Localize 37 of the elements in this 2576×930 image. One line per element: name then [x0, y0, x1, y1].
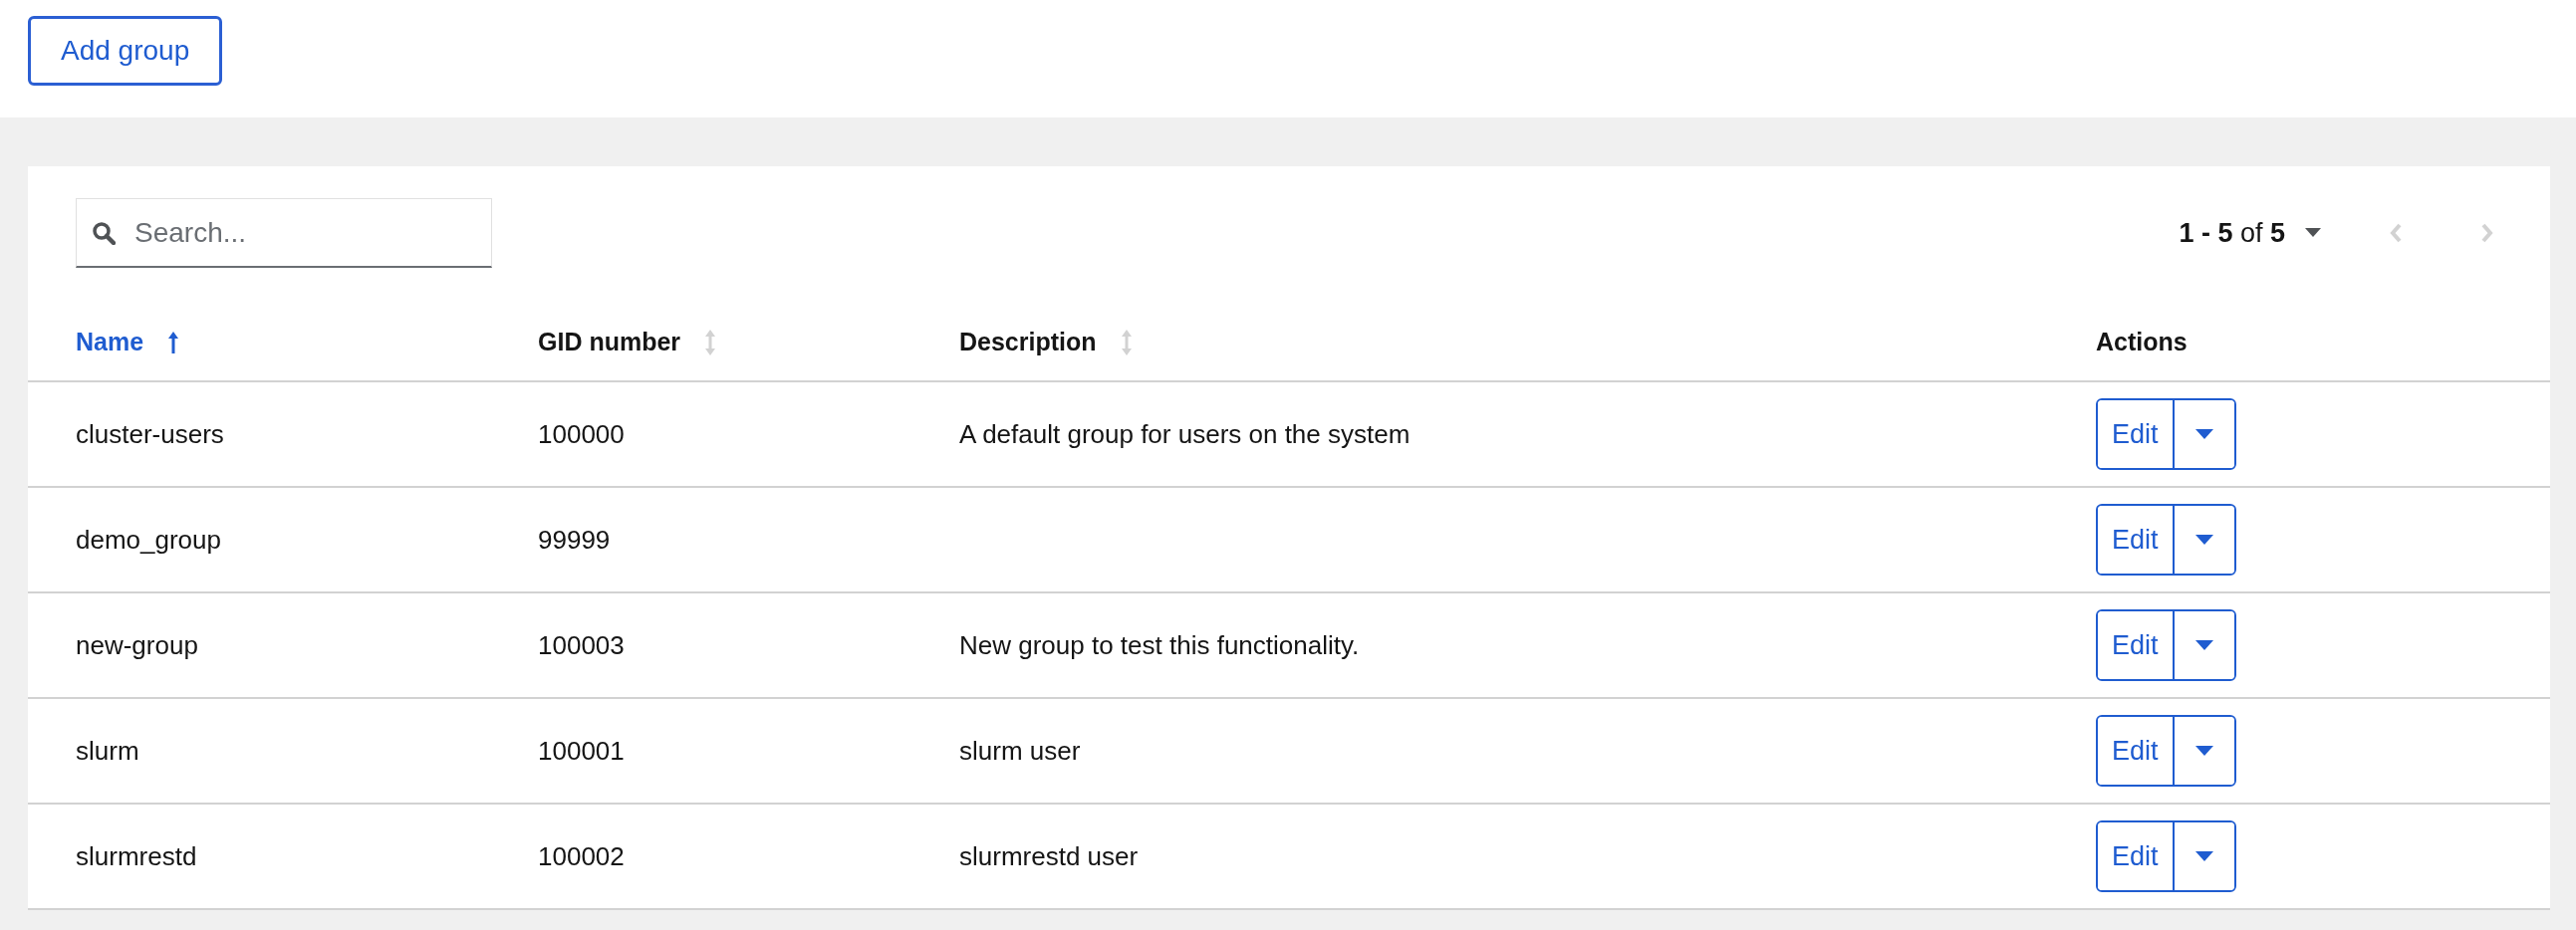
table-cell: 99999: [538, 524, 611, 555]
edit-button[interactable]: Edit: [2098, 717, 2175, 785]
column-header[interactable]: Description: [959, 328, 1097, 356]
edit-button[interactable]: Edit: [2098, 400, 2175, 468]
column-header: Actions: [2096, 328, 2188, 355]
edit-button[interactable]: Edit: [2098, 822, 2175, 890]
table-cell: slurm user: [959, 735, 1081, 766]
table-cell: 100002: [538, 840, 625, 871]
table-cell: New group to test this functionality.: [959, 629, 1360, 660]
add-group-button[interactable]: Add group: [28, 16, 223, 86]
table-cell: cluster-users: [76, 418, 224, 449]
caret-icon: [2194, 746, 2213, 756]
table-cell: slurmrestd: [76, 840, 197, 871]
caret-icon: [2194, 851, 2213, 861]
edit-button[interactable]: Edit: [2098, 506, 2175, 574]
caret-icon: [2194, 640, 2213, 650]
table-cell: slurmrestd user: [959, 840, 1139, 871]
pagination-range: 1 - 5 of 5: [2179, 217, 2285, 249]
sort-ascending-icon: [167, 330, 180, 354]
chevron-left-icon: [2389, 223, 2404, 243]
chevron-right-icon: [2479, 223, 2494, 243]
table-cell: demo_group: [76, 524, 221, 555]
edit-button[interactable]: Edit: [2098, 611, 2175, 679]
caret-icon[interactable]: [2305, 228, 2321, 238]
table-cell: 100001: [538, 735, 625, 766]
sort-icon: [1120, 329, 1133, 355]
caret-icon: [2194, 429, 2213, 439]
caret-icon: [2194, 535, 2213, 545]
table-cell: 100003: [538, 629, 625, 660]
column-header[interactable]: Name: [76, 328, 144, 356]
sort-icon: [704, 329, 717, 355]
table-cell: A default group for users on the system: [959, 418, 1411, 449]
search-field[interactable]: Search...: [76, 198, 492, 268]
column-header[interactable]: GID number: [538, 328, 681, 356]
table-cell: slurm: [76, 735, 139, 766]
table-cell: new-group: [76, 629, 198, 660]
table-cell: 100000: [538, 418, 625, 449]
